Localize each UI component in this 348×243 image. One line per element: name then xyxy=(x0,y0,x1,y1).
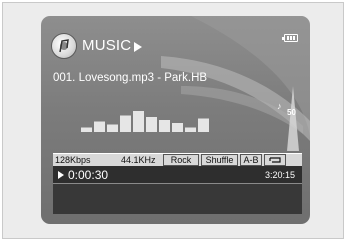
eq-bar xyxy=(172,123,183,132)
speaker-icon: ♪ xyxy=(277,101,282,111)
eq-bar xyxy=(81,127,92,132)
eq-bar xyxy=(94,121,105,132)
eq-bar xyxy=(133,111,144,132)
playback-bar: 0:00:30 3:20:15 xyxy=(53,166,302,184)
ab-repeat-button[interactable]: A-B xyxy=(240,154,262,166)
info-bar: 128Kbps 44.1KHz Rock Shuffle A-B xyxy=(53,153,302,166)
bottom-panel xyxy=(53,184,302,214)
total-time: 3:20:15 xyxy=(264,170,295,180)
device-frame: MUSIC 001. Lovesong.mp3 - Park.HB ♪ 50 1… xyxy=(2,2,344,239)
shuffle-button[interactable]: Shuffle xyxy=(201,154,238,166)
samplerate-label: 44.1KHz xyxy=(121,155,156,165)
eq-bar xyxy=(159,120,170,132)
eq-bar xyxy=(198,118,209,132)
play-icon[interactable] xyxy=(58,171,64,179)
volume-level: 50 xyxy=(287,108,296,117)
eq-bar xyxy=(185,127,196,132)
eq-bar xyxy=(146,117,157,132)
eq-bar xyxy=(120,115,131,132)
player-screen: MUSIC 001. Lovesong.mp3 - Park.HB ♪ 50 1… xyxy=(41,16,310,224)
bitrate-label: 128Kbps xyxy=(55,155,91,165)
repeat-icon[interactable] xyxy=(264,154,286,166)
eq-preset-button[interactable]: Rock xyxy=(163,154,199,166)
eq-bar xyxy=(107,124,118,132)
elapsed-time: 0:00:30 xyxy=(68,168,109,182)
